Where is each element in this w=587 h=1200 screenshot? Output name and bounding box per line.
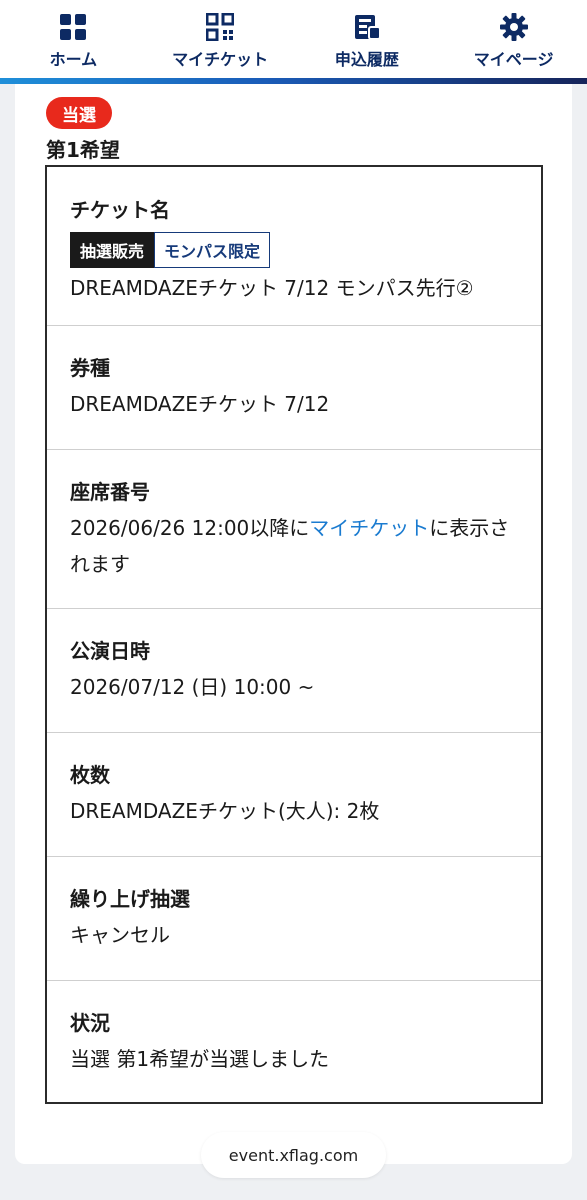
seat-value: 2026/06/26 12:00以降にマイチケットに表示されます xyxy=(70,510,518,582)
row-ticket-name: チケット名 抽選販売 モンパス限定 DREAMDAZEチケット 7/12 モンパ… xyxy=(47,167,541,326)
waitlist-value: キャンセル xyxy=(70,923,170,947)
history-icon xyxy=(352,12,382,42)
tag-monpass-only: モンパス限定 xyxy=(154,232,271,268)
gear-icon xyxy=(499,12,529,42)
row-ticket-type: 券種 DREAMDAZEチケット 7/12 xyxy=(47,326,541,450)
row-seat-number: 座席番号 2026/06/26 12:00以降にマイチケットに表示されます xyxy=(47,450,541,609)
datetime-label: 公演日時 xyxy=(70,639,150,663)
quantity-label: 枚数 xyxy=(70,763,110,787)
quantity-value: DREAMDAZEチケット(大人): 2枚 xyxy=(70,799,380,823)
status-badge: 当選 xyxy=(46,97,112,129)
nav-my-page-label: マイページ xyxy=(473,50,554,69)
status-label: 状況 xyxy=(70,1011,110,1035)
my-ticket-link[interactable]: マイチケット xyxy=(309,516,429,540)
row-status: 状況 当選 第1希望が当選しました xyxy=(47,981,541,1102)
row-quantity: 枚数 DREAMDAZEチケット(大人): 2枚 xyxy=(47,733,541,857)
nav-home-label: ホーム xyxy=(49,50,98,69)
ticket-name-value: DREAMDAZEチケット 7/12 モンパス先行② xyxy=(70,276,474,300)
ticket-name-label: チケット名 xyxy=(70,198,170,222)
tag-lottery-sale: 抽選販売 xyxy=(70,232,155,268)
nav-my-ticket-label: マイチケット xyxy=(172,50,269,69)
ticket-type-value: DREAMDAZEチケット 7/12 xyxy=(70,392,330,416)
ticket-type-label: 券種 xyxy=(70,356,110,380)
waitlist-label: 繰り上げ抽選 xyxy=(70,887,190,911)
top-navigation: ホーム マイチケット 申込履歴 マイページ xyxy=(0,0,587,80)
row-performance-datetime: 公演日時 2026/07/12 (日) 10:00 ~ xyxy=(47,609,541,733)
qr-code-icon xyxy=(205,12,235,42)
ticket-tags: 抽選販売 モンパス限定 xyxy=(70,232,518,268)
nav-my-page[interactable]: マイページ xyxy=(449,12,579,70)
status-value: 当選 第1希望が当選しました xyxy=(70,1047,330,1071)
nav-home[interactable]: ホーム xyxy=(8,12,138,70)
datetime-value: 2026/07/12 (日) 10:00 ~ xyxy=(70,675,315,699)
row-waitlist-lottery: 繰り上げ抽選 キャンセル xyxy=(47,857,541,981)
browser-url-bar[interactable]: event.xflag.com xyxy=(201,1132,386,1178)
application-details: チケット名 抽選販売 モンパス限定 DREAMDAZEチケット 7/12 モンパ… xyxy=(45,165,543,1104)
nav-history[interactable]: 申込履歴 xyxy=(302,12,432,70)
seat-label: 座席番号 xyxy=(70,480,150,504)
nav-my-ticket[interactable]: マイチケット xyxy=(155,12,285,70)
nav-history-label: 申込履歴 xyxy=(334,50,399,69)
home-grid-icon xyxy=(58,12,88,42)
lottery-result-card: 当選 第1希望 チケット名 抽選販売 モンパス限定 DREAMDAZEチケット … xyxy=(15,84,572,1164)
choice-title: 第1希望 xyxy=(46,138,120,162)
seat-value-before: 2026/06/26 12:00以降に xyxy=(70,516,310,540)
